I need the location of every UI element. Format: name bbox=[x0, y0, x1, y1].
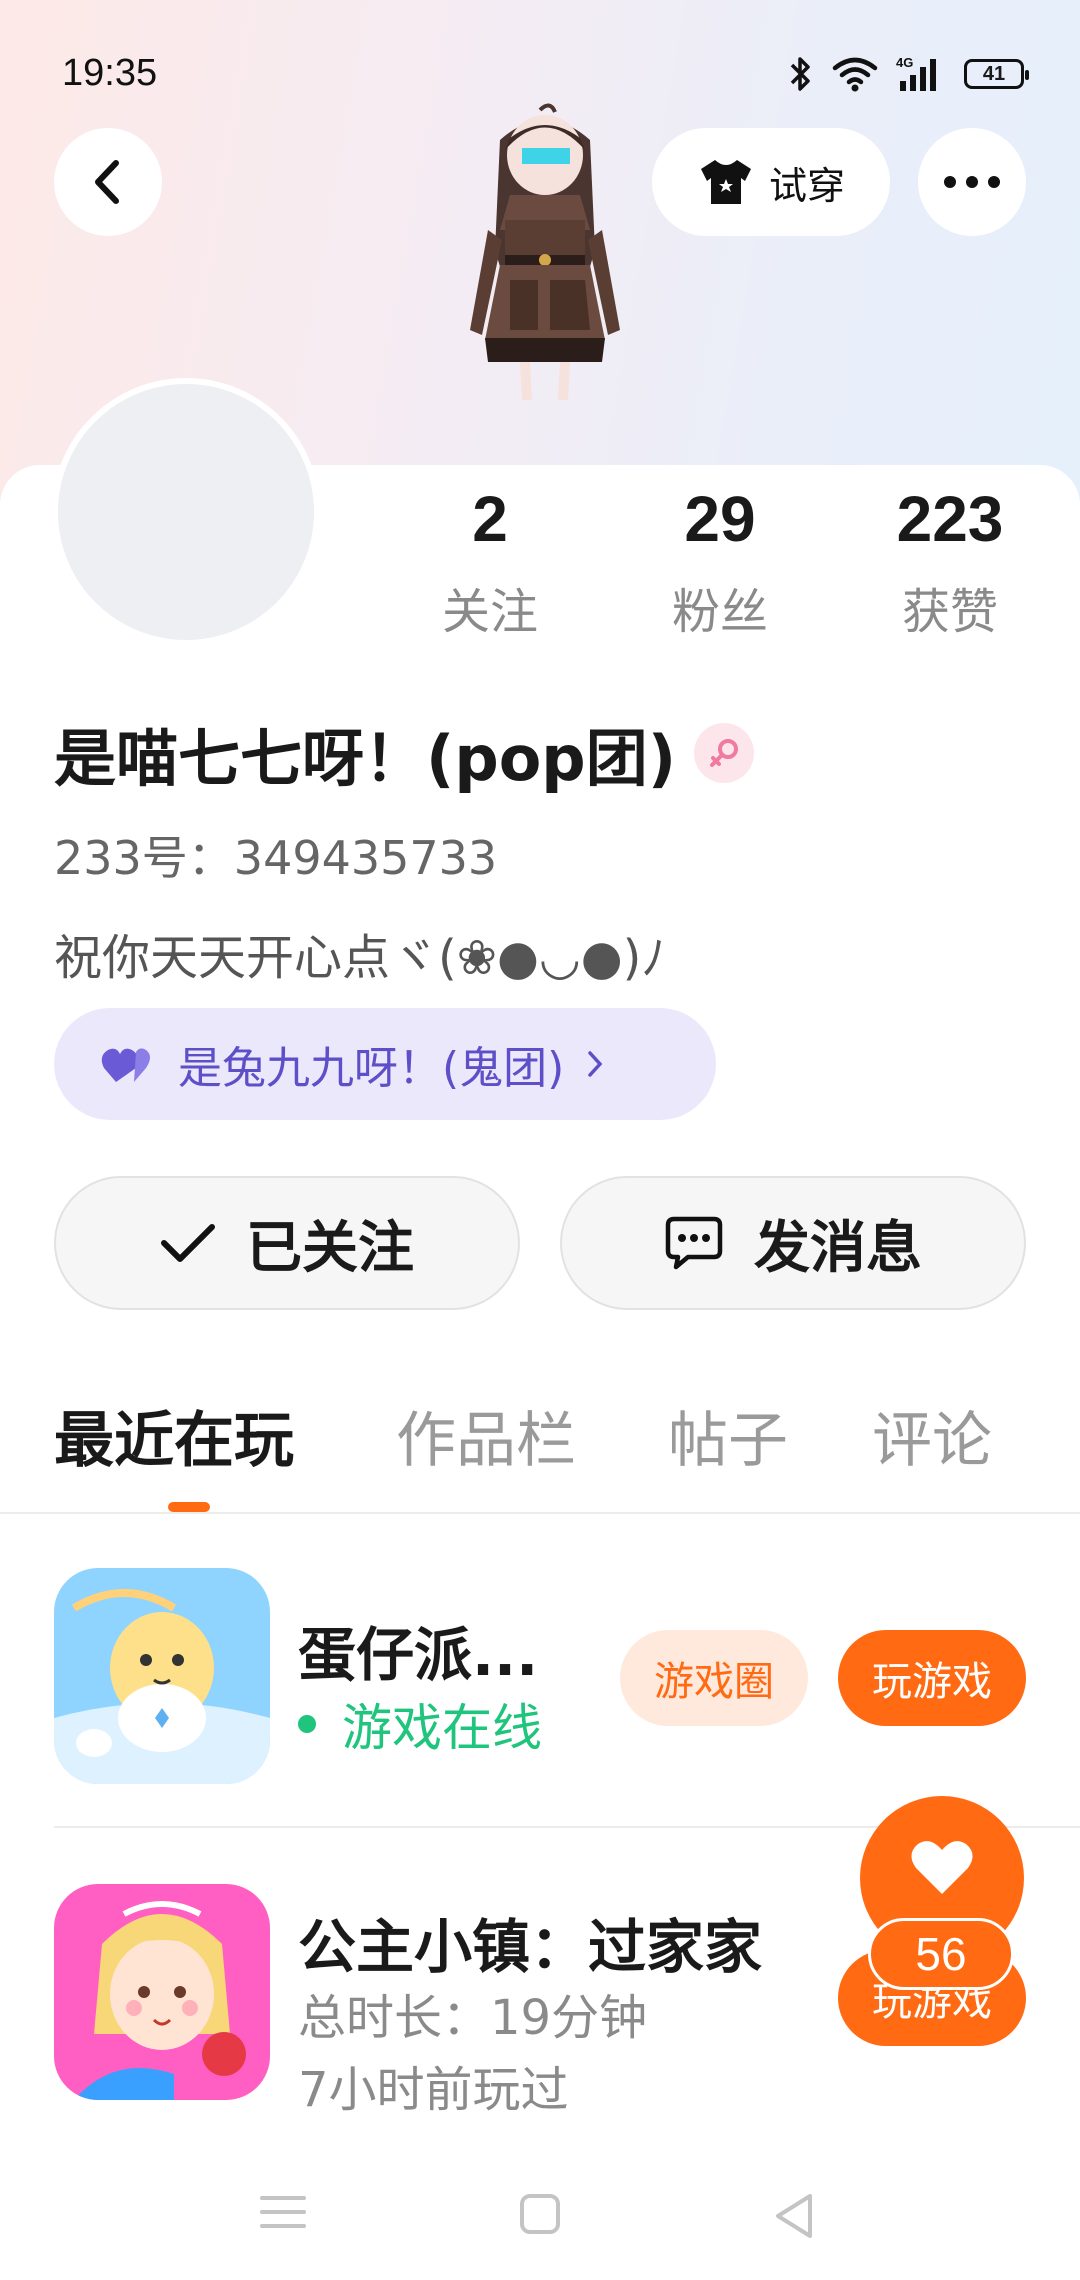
avatar[interactable] bbox=[52, 378, 320, 646]
like-count: 56 bbox=[868, 1918, 1014, 1990]
nickname-row: 是喵七七呀！(pop团) bbox=[54, 708, 755, 798]
send-message-button[interactable]: 发消息 bbox=[560, 1176, 1026, 1310]
tabs-divider bbox=[0, 1512, 1080, 1514]
chat-bubble-icon bbox=[665, 1216, 723, 1270]
followed-label: 已关注 bbox=[246, 1215, 414, 1281]
eggy-party-game-icon[interactable] bbox=[54, 1568, 270, 1784]
tab-comments[interactable]: 评论 bbox=[872, 1392, 992, 1479]
send-message-label: 发消息 bbox=[754, 1215, 922, 1281]
bluetooth-icon bbox=[790, 57, 810, 91]
game-online-label: 游戏在线 bbox=[342, 1699, 542, 1757]
try-on-label: 试穿 bbox=[768, 163, 845, 208]
system-navigation-bar bbox=[0, 2140, 1080, 2280]
more-icon bbox=[944, 176, 1000, 188]
online-dot-icon bbox=[298, 1715, 316, 1733]
stat-following[interactable]: 2 关注 bbox=[400, 478, 580, 642]
princess-town-game-icon[interactable] bbox=[54, 1884, 270, 2100]
tab-posts[interactable]: 帖子 bbox=[668, 1392, 788, 1479]
relation-link[interactable]: 是兔九九呀！(鬼团) bbox=[54, 1008, 716, 1120]
play-game-button[interactable]: 玩游戏 bbox=[838, 1630, 1026, 1726]
stat-following-value: 2 bbox=[472, 483, 508, 555]
try-on-button[interactable]: 试穿 bbox=[652, 128, 890, 236]
tshirt-icon bbox=[700, 160, 751, 204]
battery-level: 41 bbox=[982, 62, 1006, 85]
chevron-right-icon bbox=[588, 1051, 603, 1077]
back-button[interactable] bbox=[54, 128, 162, 236]
tab-recently-played[interactable]: 最近在玩 bbox=[54, 1392, 294, 1479]
back-triangle-icon[interactable] bbox=[772, 2192, 816, 2240]
4g-signal-icon: 4G bbox=[896, 55, 936, 91]
game-name[interactable]: 蛋仔派... bbox=[298, 1608, 538, 1692]
chevron-left-icon bbox=[95, 160, 119, 204]
menu-icon[interactable] bbox=[258, 2192, 308, 2232]
wifi-icon bbox=[832, 57, 878, 92]
stat-fans[interactable]: 29 粉丝 bbox=[630, 478, 810, 642]
more-button[interactable] bbox=[918, 128, 1026, 236]
game-online-status: 游戏在线 bbox=[298, 1688, 542, 1760]
game-play-duration: 总时长：19分钟 bbox=[298, 1990, 648, 2046]
svg-text:4G: 4G bbox=[896, 55, 913, 70]
followed-button[interactable]: 已关注 bbox=[54, 1176, 520, 1310]
user-id: 233号：349435733 bbox=[54, 831, 498, 885]
tab-works[interactable]: 作品栏 bbox=[396, 1392, 576, 1479]
bio: 祝你天天开心点ヾ(❀●◡●)ﾉ bbox=[54, 930, 666, 986]
game-last-played: 7小时前玩过 bbox=[298, 2062, 569, 2118]
relation-label: 是兔九九呀！(鬼团) bbox=[178, 1043, 565, 1094]
profile-tabs: 最近在玩 作品栏 帖子 评论 bbox=[0, 1392, 1080, 1512]
status-time: 19:35 bbox=[62, 52, 158, 94]
stat-fans-label: 粉丝 bbox=[671, 584, 768, 640]
heart-icon bbox=[911, 1841, 973, 1894]
female-gender-icon bbox=[694, 723, 755, 783]
status-icons: 4G 41 bbox=[788, 52, 1029, 96]
game-circle-button[interactable]: 游戏圈 bbox=[620, 1630, 808, 1726]
game-name[interactable]: 公主小镇：过家家 bbox=[298, 1900, 762, 1984]
checkmark-icon bbox=[161, 1224, 215, 1262]
stat-fans-value: 29 bbox=[684, 483, 756, 555]
nickname: 是喵七七呀！(pop团) bbox=[54, 722, 677, 795]
home-icon[interactable] bbox=[518, 2192, 562, 2236]
double-heart-icon bbox=[101, 1048, 150, 1082]
stat-likes[interactable]: 223 获赞 bbox=[860, 478, 1040, 642]
battery-icon: 41 bbox=[964, 59, 1029, 89]
stat-following-label: 关注 bbox=[441, 584, 538, 640]
avatar-character-figure[interactable] bbox=[410, 100, 680, 470]
stat-likes-label: 获赞 bbox=[901, 584, 998, 640]
stat-likes-value: 223 bbox=[896, 483, 1004, 555]
tab-active-indicator bbox=[168, 1502, 210, 1512]
